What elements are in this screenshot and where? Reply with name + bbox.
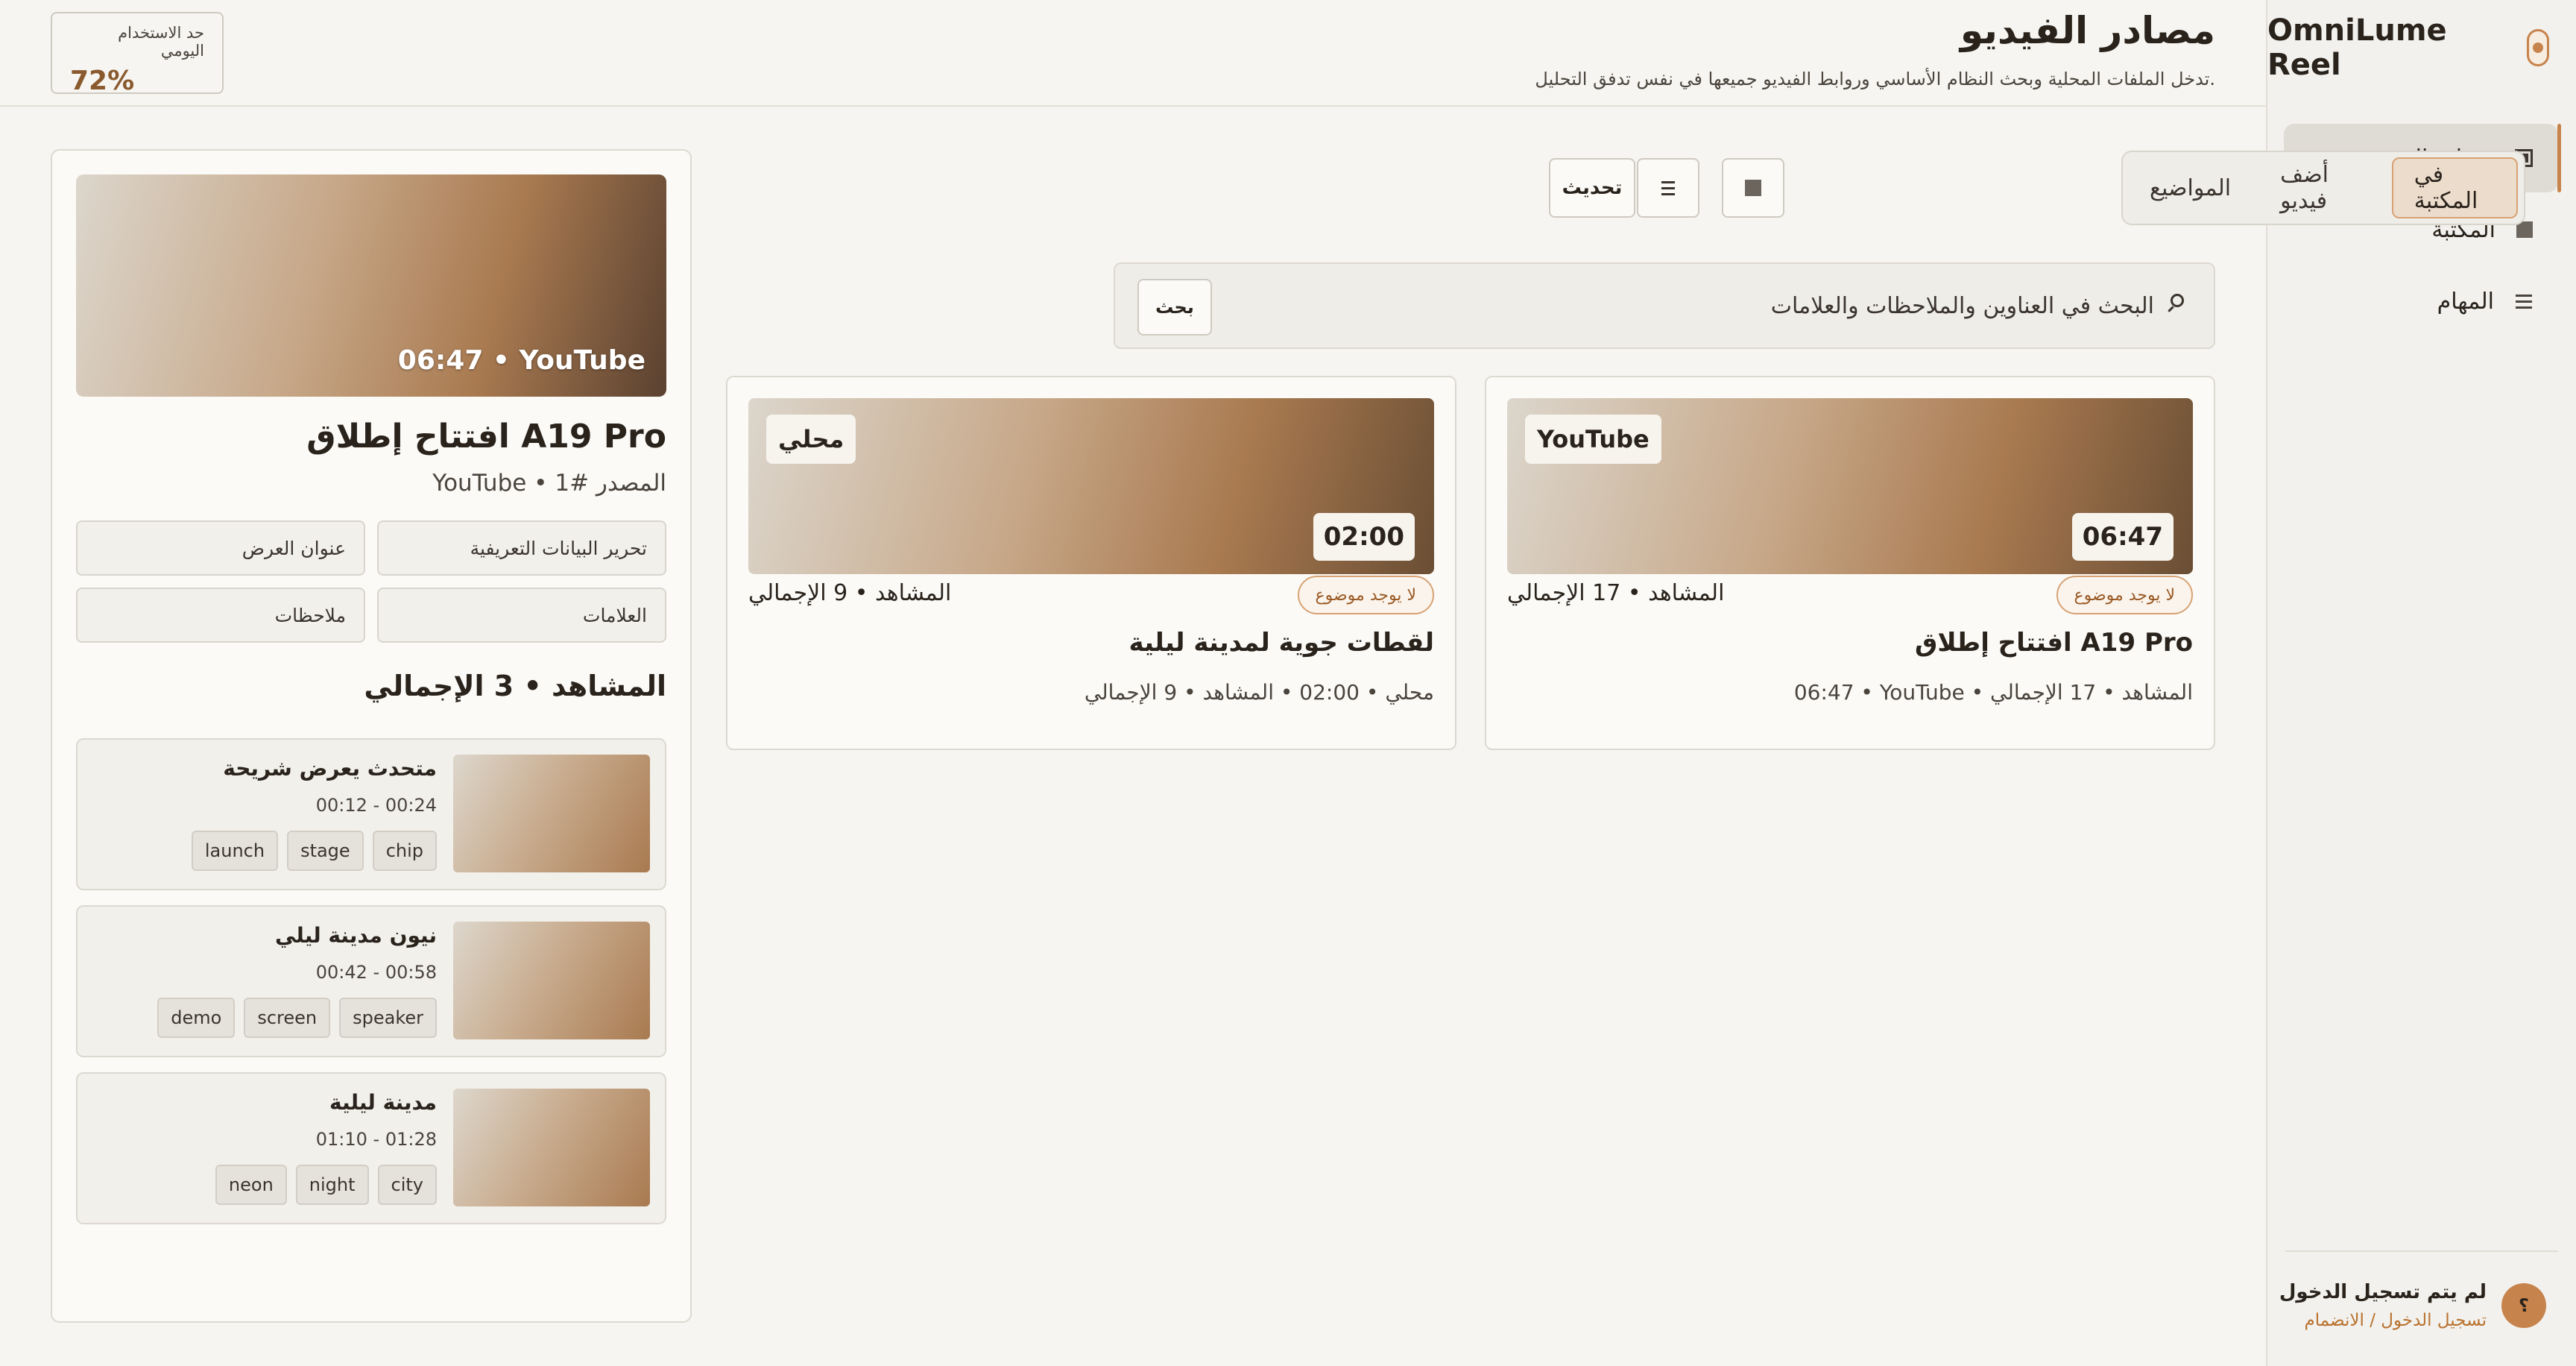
scene-title: متحدث يعرض شريحة — [223, 756, 437, 781]
tag[interactable]: stage — [287, 831, 364, 871]
page-title: مصادر الفيديو — [1960, 9, 2215, 52]
video-card[interactable]: YouTube 06:47 لا يوجد موضوع المشاهد • 17… — [1485, 376, 2215, 750]
scene-thumbnail[interactable] — [453, 755, 650, 872]
source-badge: محلي — [766, 415, 856, 464]
duration-badge: 06:47 — [2071, 513, 2174, 561]
topic-badge[interactable]: لا يوجد موضوع — [1297, 576, 1434, 614]
search-bar: بحث — [1114, 262, 2215, 349]
video-preview[interactable]: 06:47 • YouTube — [76, 174, 666, 397]
tag[interactable]: city — [377, 1165, 437, 1205]
scene-thumbnail[interactable] — [453, 922, 650, 1039]
header: مصادر الفيديو تدخل الملفات المحلية وبحث … — [0, 0, 2266, 107]
scene-tags: city night neon — [215, 1165, 437, 1205]
search-button[interactable]: بحث — [1137, 279, 1212, 336]
video-title: افتتاح إطلاق A19 Pro — [1914, 628, 2193, 658]
app-name: OmniLume Reel — [2267, 13, 2447, 82]
logo-icon — [2527, 29, 2549, 66]
video-thumbnail[interactable]: محلي 02:00 — [748, 398, 1434, 574]
avatar[interactable]: ؟ — [2501, 1283, 2546, 1328]
view-tabs: في المكتبة أضف فيديو المواضيع — [2121, 151, 2525, 225]
brand[interactable]: OmniLume Reel — [2267, 13, 2549, 82]
sidebar-item-label: المهام — [2437, 288, 2494, 315]
user-name: لم يتم تسجيل الدخول — [2279, 1281, 2487, 1303]
search-input[interactable] — [1260, 264, 2154, 347]
sidebar-item-tasks[interactable]: المهام — [2284, 267, 2558, 336]
grid-view-button[interactable] — [1722, 158, 1784, 218]
tags-button[interactable]: العلامات — [377, 588, 666, 643]
tag[interactable]: demo — [157, 998, 236, 1038]
scene-time: 00:42 - 00:58 — [315, 962, 437, 983]
display-title-button[interactable]: عنوان العرض — [76, 520, 365, 576]
user-profile[interactable]: ؟ لم يتم تسجيل الدخول تسجيل الدخول / الا… — [2279, 1281, 2546, 1330]
details-subtitle: YouTube • المصدر #1 — [432, 470, 666, 497]
page-subtitle: تدخل الملفات المحلية وبحث النظام الأساسي… — [1535, 69, 2215, 89]
scene-count: المشاهد • 17 الإجمالي — [1507, 580, 1725, 606]
scene-count: المشاهد • 9 الإجمالي — [748, 580, 952, 606]
scene-title: نيون مدينة ليلي — [274, 923, 437, 948]
list-view-button[interactable] — [1637, 158, 1699, 218]
list-icon — [2515, 292, 2533, 310]
source-badge: YouTube — [1525, 415, 1661, 464]
tab-in-library[interactable]: في المكتبة — [2391, 157, 2518, 218]
preview-label: 06:47 • YouTube — [397, 345, 645, 376]
usage-quota: حد الاستخدام اليومي 72% — [51, 12, 224, 96]
scene-item[interactable]: متحدث يعرض شريحة 00:12 - 00:24 chip stag… — [76, 738, 666, 890]
list-icon — [1661, 180, 1675, 183]
scenes-heading: المشاهد • 3 الإجمالي — [364, 670, 666, 702]
quota-value: 72% — [70, 66, 135, 96]
tag[interactable]: chip — [372, 831, 437, 871]
edit-metadata-button[interactable]: تحرير البيانات التعريفية — [377, 520, 666, 576]
scene-tags: speaker screen demo — [157, 998, 437, 1038]
video-title: لقطات جوية لمدينة ليلية — [1128, 628, 1435, 658]
tag[interactable]: screen — [244, 998, 331, 1038]
scene-thumbnail[interactable] — [453, 1089, 650, 1206]
video-thumbnail[interactable]: YouTube 06:47 — [1507, 398, 2193, 574]
square-icon — [1745, 180, 1761, 196]
scene-item[interactable]: نيون مدينة ليلي 00:42 - 00:58 speaker sc… — [76, 905, 666, 1057]
video-meta: 06:47 • YouTube • المشاهد • 17 الإجمالي — [1793, 680, 2193, 705]
tag[interactable]: speaker — [339, 998, 437, 1038]
scene-time: 00:12 - 00:24 — [315, 795, 437, 816]
duration-badge: 02:00 — [1313, 513, 1415, 561]
login-link[interactable]: تسجيل الدخول / الانضمام — [2279, 1311, 2487, 1330]
details-title: افتتاح إطلاق A19 Pro — [306, 418, 666, 456]
tab-topics[interactable]: المواضيع — [2129, 157, 2252, 218]
quota-label: حد الاستخدام اليومي — [118, 24, 204, 60]
scene-time: 01:10 - 01:28 — [315, 1129, 437, 1150]
notes-button[interactable]: ملاحظات — [76, 588, 365, 643]
scene-item[interactable]: مدينة ليلية 01:10 - 01:28 city night neo… — [76, 1072, 666, 1224]
refresh-button[interactable]: تحديث — [1549, 158, 1635, 218]
tag[interactable]: neon — [215, 1165, 287, 1205]
scene-tags: chip stage launch — [191, 831, 437, 871]
sidebar-divider — [2285, 1250, 2558, 1252]
search-icon — [2171, 294, 2184, 307]
details-panel: 06:47 • YouTube افتتاح إطلاق A19 Pro You… — [51, 149, 692, 1323]
topic-badge[interactable]: لا يوجد موضوع — [2056, 576, 2193, 614]
video-card[interactable]: محلي 02:00 لا يوجد موضوع المشاهد • 9 الإ… — [726, 376, 1456, 750]
tag[interactable]: night — [295, 1165, 369, 1205]
tag[interactable]: launch — [191, 831, 279, 871]
tab-add-video[interactable]: أضف فيديو — [2259, 157, 2384, 218]
video-meta: محلي • 02:00 • المشاهد • 9 الإجمالي — [1084, 680, 1434, 705]
scene-title: مدينة ليلية — [329, 1090, 437, 1115]
